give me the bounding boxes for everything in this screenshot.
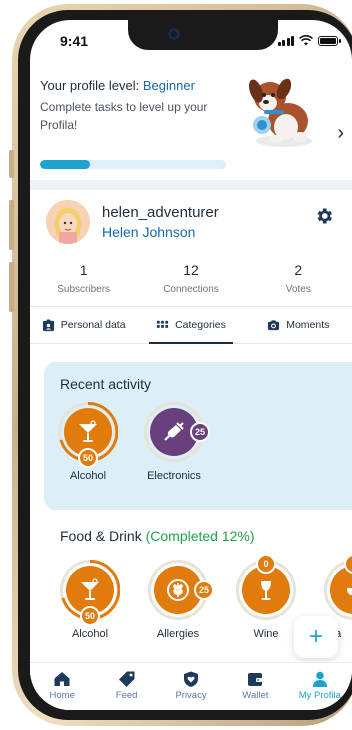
notch: [128, 20, 278, 50]
app-screen: 9:41 Your profile level: Beginner Comple…: [30, 20, 352, 710]
category-alcohol[interactable]: 50 Alcohol: [58, 560, 122, 640]
dog-mascot-icon: [249, 78, 312, 147]
bottom-nav: Home Feed Privacy Wallet My Profila: [30, 662, 352, 710]
wine-glass-icon: [261, 581, 271, 600]
progress-badge: 0: [256, 554, 276, 574]
level-progress-bar: [40, 160, 226, 169]
stat-connections[interactable]: 12 Connections: [137, 262, 244, 295]
phone-volume-down: [9, 262, 14, 312]
recent-activity-card: Recent activity 50 Alcohol 25 Electronic…: [44, 362, 352, 510]
camera-icon: [168, 28, 180, 40]
nav-feed[interactable]: Feed: [94, 663, 158, 710]
progress-badge: 50: [80, 606, 100, 626]
nav-privacy[interactable]: Privacy: [159, 663, 223, 710]
tab-categories[interactable]: Categories: [137, 307, 244, 344]
shield-heart-icon: [184, 671, 199, 687]
cocktail-icon: [79, 420, 97, 442]
tab-personal-data[interactable]: Personal data: [30, 307, 137, 343]
add-button[interactable]: +: [294, 616, 338, 658]
stat-votes[interactable]: 2 Votes: [245, 262, 352, 295]
recent-item-electronics[interactable]: 25 Electronics: [142, 402, 210, 482]
grid-icon: [157, 320, 169, 328]
recent-item-alcohol[interactable]: 50 Alcohol: [56, 402, 120, 482]
chevron-right-icon[interactable]: ›: [337, 122, 344, 145]
level-title: Your profile level: Beginner: [40, 78, 195, 93]
category-section-title: Food & Drink (Completed 12%): [60, 528, 255, 544]
tag-icon: [118, 671, 135, 687]
food-icon: [347, 588, 352, 595]
profile-level-card[interactable]: Your profile level: Beginner Complete ta…: [30, 64, 352, 180]
camera-icon: [268, 319, 280, 330]
stat-subscribers[interactable]: 1 Subscribers: [30, 262, 137, 295]
plug-icon: [164, 422, 184, 441]
username: helen_adventurer: [102, 204, 219, 221]
nav-my-profila[interactable]: My Profila: [288, 663, 352, 710]
full-name: Helen Johnson: [102, 224, 196, 240]
cocktail-icon: [81, 578, 99, 600]
battery-icon: [318, 35, 341, 46]
user-icon: [312, 671, 327, 687]
home-icon: [54, 672, 70, 686]
section-divider: [30, 180, 352, 190]
level-name: Beginner: [142, 78, 195, 93]
wallet-icon: [248, 673, 263, 686]
nav-home[interactable]: Home: [30, 663, 94, 710]
avatar[interactable]: [46, 200, 90, 244]
phone-side-button: [9, 150, 14, 178]
recent-activity-title: Recent activity: [60, 376, 152, 392]
progress-badge: 50: [78, 448, 98, 468]
phone-volume-up: [9, 200, 14, 250]
progress-badge: 25: [190, 422, 210, 442]
profile-tabs: Personal data Categories Moments: [30, 306, 352, 344]
status-time: 9:41: [60, 33, 89, 49]
nav-wallet[interactable]: Wallet: [223, 663, 287, 710]
id-card-icon: [42, 318, 54, 331]
wifi-icon: [299, 35, 313, 46]
category-allergies[interactable]: 25 Allergies: [146, 560, 214, 640]
signal-icon: [277, 35, 294, 46]
profile-stats: 1 Subscribers 12 Connections 2 Votes: [30, 262, 352, 295]
gear-icon[interactable]: [314, 206, 334, 226]
completion-text: (Completed 12%): [145, 528, 255, 544]
category-wine[interactable]: 0 Wine: [234, 554, 298, 640]
progress-badge: 25: [194, 580, 214, 600]
level-description: Complete tasks to level up your Profila!: [40, 100, 208, 132]
wheat-icon: [167, 579, 189, 601]
tab-moments[interactable]: Moments: [245, 307, 352, 343]
